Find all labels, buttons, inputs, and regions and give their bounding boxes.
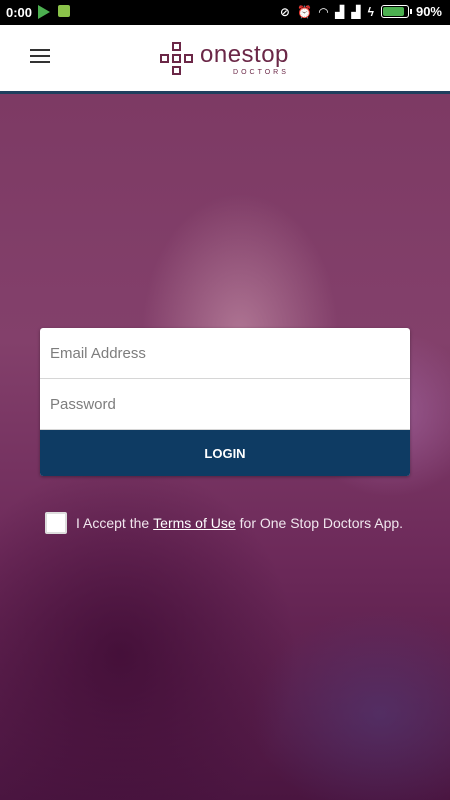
- status-bar: 0:00 ⊘ ⏰ ◠ ▟ ▟ ϟ 90%: [0, 0, 450, 25]
- email-field-wrapper: [40, 328, 410, 379]
- login-button[interactable]: LOGIN: [40, 430, 410, 476]
- hamburger-icon: [30, 55, 50, 57]
- battery-percent: 90%: [415, 4, 442, 19]
- status-right: ⊘ ⏰ ◠ ▟ ▟ ϟ 90%: [280, 4, 442, 19]
- login-card: LOGIN: [40, 328, 410, 476]
- android-icon: [58, 5, 70, 17]
- menu-button[interactable]: [30, 49, 50, 63]
- wifi-icon: ◠: [318, 4, 329, 19]
- email-input[interactable]: [40, 328, 410, 378]
- battery-icon: [380, 5, 412, 18]
- signal-icon: ▟: [351, 4, 361, 19]
- terms-suffix: for One Stop Doctors App.: [239, 515, 404, 531]
- terms-row: I Accept the Terms of Use for One Stop D…: [45, 512, 403, 534]
- logo-subtitle: DOCTORS: [233, 68, 289, 76]
- terms-prefix: I Accept the: [76, 515, 150, 531]
- play-store-icon: [38, 5, 50, 19]
- charging-icon: ϟ: [367, 4, 374, 19]
- mute-icon: ⊘: [279, 4, 290, 19]
- status-time: 0:00: [6, 5, 33, 20]
- hamburger-icon: [30, 61, 50, 63]
- terms-of-use-link[interactable]: Terms of Use: [153, 515, 235, 531]
- password-input[interactable]: [40, 379, 410, 429]
- password-field-wrapper: [40, 379, 410, 430]
- app-bar: onestop DOCTORS: [0, 25, 450, 94]
- hamburger-icon: [30, 49, 50, 51]
- terms-checkbox[interactable]: [45, 512, 67, 534]
- logo-mark-icon: [160, 42, 194, 76]
- logo-name: onestop: [200, 40, 289, 68]
- alarm-icon: ⏰: [296, 4, 312, 19]
- app-logo: onestop DOCTORS: [160, 42, 289, 76]
- signal-icon: ▟: [335, 4, 345, 19]
